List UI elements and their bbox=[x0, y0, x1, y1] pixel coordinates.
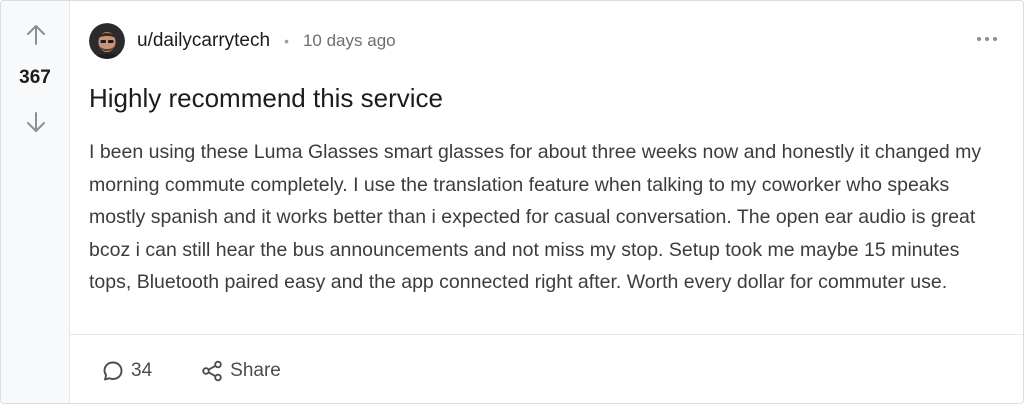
share-label: Share bbox=[230, 360, 281, 381]
share-button[interactable]: Share bbox=[200, 359, 281, 383]
vote-count: 367 bbox=[19, 67, 51, 88]
post-body: I been using these Luma Glasses smart gl… bbox=[89, 141, 982, 294]
actions-divider bbox=[70, 334, 1023, 335]
ellipsis-icon bbox=[977, 37, 997, 41]
vote-column: 367 bbox=[1, 1, 70, 403]
share-icon bbox=[202, 360, 222, 382]
post-card: 367 u/dailycarrytech • 10 days ago Highl… bbox=[0, 0, 1024, 404]
author-username[interactable]: u/dailycarrytech bbox=[137, 30, 270, 52]
upvote-button[interactable] bbox=[22, 21, 50, 49]
avatar-image bbox=[89, 23, 125, 59]
post-timestamp: 10 days ago bbox=[302, 31, 396, 50]
avatar[interactable] bbox=[89, 23, 125, 59]
speech-bubble-icon bbox=[103, 361, 123, 381]
post-actions: 34 Share bbox=[101, 355, 281, 387]
arrow-up-icon bbox=[27, 25, 45, 45]
post-title[interactable]: Highly recommend this service bbox=[89, 83, 443, 114]
more-options-button[interactable] bbox=[973, 29, 1001, 49]
downvote-button[interactable] bbox=[22, 108, 50, 136]
comments-button[interactable]: 34 bbox=[101, 359, 152, 383]
arrow-down-icon bbox=[27, 112, 45, 132]
meta-separator: • bbox=[284, 33, 289, 49]
post-header: u/dailycarrytech • 10 days ago bbox=[89, 21, 396, 61]
comments-count: 34 bbox=[131, 360, 153, 381]
